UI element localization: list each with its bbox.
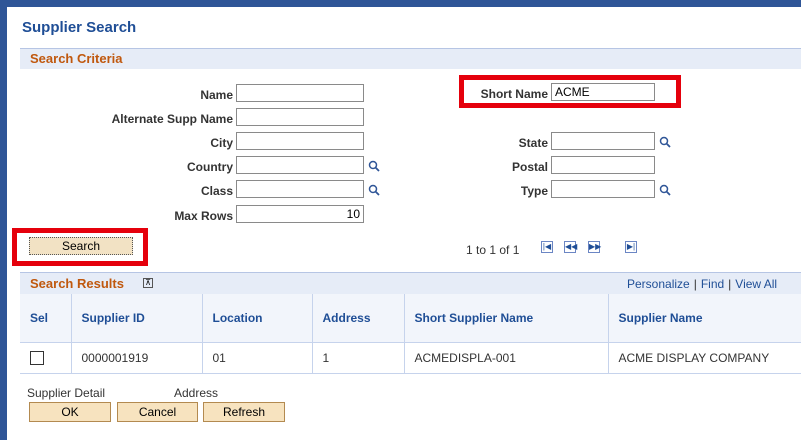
search-button-highlight	[12, 228, 148, 266]
max-rows-field[interactable]: 10	[236, 205, 364, 223]
supplier-name-cell: ACME DISPLAY COMPANY	[608, 342, 801, 374]
find-link[interactable]: Find	[701, 277, 724, 291]
state-label: State	[518, 136, 548, 150]
column-header-address[interactable]: Address	[312, 294, 405, 343]
column-header-supplier-name[interactable]: Supplier Name	[608, 294, 801, 343]
short-supplier-name-cell: ACMEDISPLA-001	[404, 342, 609, 374]
location-cell: 01	[202, 342, 313, 374]
country-label: Country	[187, 160, 233, 174]
column-header-supplier-id[interactable]: Supplier ID	[71, 294, 203, 343]
address-cell: 1	[312, 342, 405, 374]
alternate-supp-name-label: Alternate Supp Name	[111, 112, 233, 126]
type-field[interactable]	[551, 180, 655, 198]
city-field[interactable]	[236, 132, 364, 150]
top-border	[0, 0, 801, 7]
country-lookup-icon[interactable]	[368, 160, 380, 172]
search-criteria-header: Search Criteria	[20, 48, 801, 69]
type-label: Type	[520, 184, 548, 198]
table-row: 0000001919 01 1 ACMEDISPLA-001 ACME DISP…	[20, 342, 801, 374]
left-border	[0, 0, 7, 440]
search-results-title: Search Results	[30, 276, 124, 291]
grid-links: Personalize | Find | View All	[627, 277, 778, 291]
name-field[interactable]	[236, 84, 364, 102]
cancel-button[interactable]: Cancel	[117, 402, 198, 422]
results-header-row: Sel Supplier ID Location Address Short S…	[20, 294, 801, 343]
column-header-location[interactable]: Location	[202, 294, 313, 343]
max-rows-label: Max Rows	[174, 209, 233, 223]
view-all-link[interactable]: View All	[735, 277, 777, 291]
search-results-header: Search Results ⊼ Personalize | Find | View A…	[20, 272, 801, 294]
class-label: Class	[200, 184, 233, 198]
row-select-cell	[20, 342, 72, 374]
record-range-text: 1 to 1 of 1	[466, 243, 520, 257]
next-page-icon[interactable]: ▶▶	[588, 241, 601, 253]
class-field[interactable]	[236, 180, 364, 198]
results-table: Sel Supplier ID Location Address Short S…	[20, 294, 801, 374]
last-page-icon[interactable]: ▶|	[625, 241, 637, 253]
postal-label: Postal	[511, 160, 548, 174]
state-field[interactable]	[551, 132, 655, 150]
supplier-id-cell: 0000001919	[71, 342, 203, 374]
alternate-supp-name-field[interactable]	[236, 108, 364, 126]
class-lookup-icon[interactable]	[368, 184, 380, 196]
search-criteria-title: Search Criteria	[30, 51, 123, 66]
first-page-icon[interactable]: |◀	[541, 241, 553, 253]
refresh-button[interactable]: Refresh	[203, 402, 285, 422]
column-header-short-supplier-name[interactable]: Short Supplier Name	[404, 294, 609, 343]
personalize-link[interactable]: Personalize	[627, 277, 690, 291]
postal-field[interactable]	[551, 156, 655, 174]
supplier-detail-label: Supplier Detail	[27, 386, 106, 400]
type-lookup-icon[interactable]	[659, 184, 671, 196]
country-field[interactable]	[236, 156, 364, 174]
state-lookup-icon[interactable]	[659, 136, 671, 148]
grid-toggle-icon[interactable]: ⊼	[143, 278, 153, 288]
row-select-checkbox[interactable]	[30, 351, 44, 366]
address-footer-label: Address	[174, 386, 219, 400]
prev-page-icon[interactable]: ◀◀	[564, 241, 577, 253]
short-name-highlight	[459, 75, 681, 108]
city-label: City	[210, 136, 233, 150]
ok-button[interactable]: OK	[29, 402, 111, 422]
name-label: Name	[200, 88, 233, 102]
column-header-sel[interactable]: Sel	[20, 294, 72, 343]
page-title: Supplier Search	[22, 19, 137, 36]
